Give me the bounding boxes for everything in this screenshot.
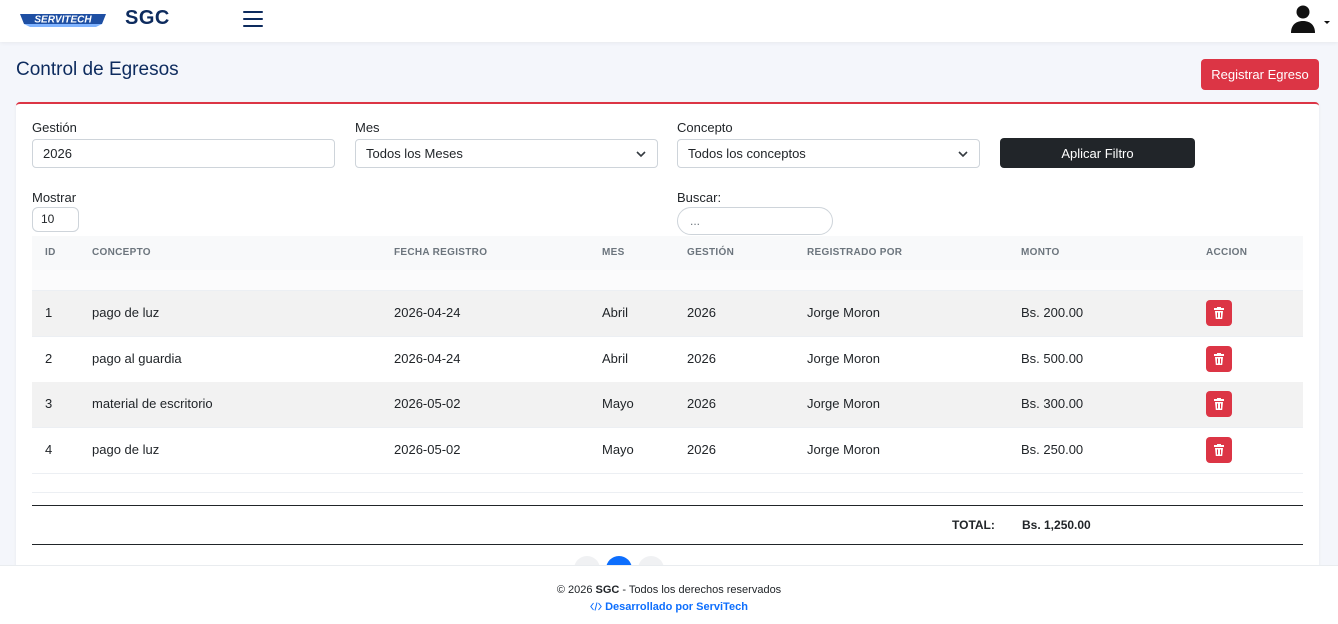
col-id[interactable]: ID (45, 247, 56, 258)
apply-filter-button[interactable]: Aplicar Filtro (1000, 138, 1195, 168)
cell-mes: Mayo (602, 442, 634, 457)
col-gestion[interactable]: GESTIÓN (687, 247, 734, 258)
copyright-text: © 2026 SGC - Todos los derechos reservad… (0, 584, 1338, 596)
mes-select[interactable]: Todos los Meses (355, 139, 658, 168)
servitech-logo: SERVITECH (20, 14, 106, 27)
concepto-label: Concepto (677, 120, 733, 135)
cell-concepto: pago al guardia (92, 351, 182, 366)
concepto-select[interactable]: Todos los conceptos (677, 139, 980, 168)
col-concepto[interactable]: CONCEPTO (92, 247, 151, 258)
chevron-down-icon (636, 151, 646, 158)
cell-mes: Abril (602, 305, 629, 320)
cell-concepto: pago de luz (92, 442, 160, 457)
cell-gestion: 2026 (687, 305, 716, 320)
chevron-down-icon (958, 151, 968, 158)
search-label: Buscar: (677, 190, 722, 205)
cell-gestion: 2026 (687, 351, 716, 366)
search-input[interactable]: ... (677, 207, 833, 235)
cell-concepto: pago de luz (92, 305, 160, 320)
cell-id: 2 (45, 351, 53, 366)
col-fecha-registro[interactable]: FECHA REGISTRO (394, 247, 487, 258)
trash-icon (1214, 307, 1224, 319)
total-row: TOTAL: Bs. 1,250.00 (32, 505, 1303, 545)
copyright-prefix: © 2026 (556, 584, 596, 596)
delete-button[interactable] (1206, 437, 1232, 463)
gestion-input[interactable]: 2026 (32, 139, 335, 168)
table-footer-divider (32, 492, 1303, 493)
svg-text:SERVITECH: SERVITECH (34, 15, 92, 26)
developer-text: Desarrollado por ServiTech (605, 601, 748, 613)
cell-monto: Bs. 500.00 (1021, 351, 1084, 366)
code-icon (590, 602, 602, 611)
cell-concepto: material de escritorio (92, 396, 213, 411)
cell-monto: Bs. 300.00 (1021, 396, 1084, 411)
delete-button[interactable] (1206, 391, 1232, 417)
top-navbar: SERVITECH SGC (0, 0, 1338, 42)
expenses-card: Gestión 2026 Mes Todos los Meses Concept… (16, 102, 1319, 582)
cell-registrado: Jorge Moron (807, 396, 880, 411)
delete-button[interactable] (1206, 346, 1232, 372)
cell-mes: Abril (602, 351, 629, 366)
show-label: Mostrar (32, 190, 77, 205)
cell-gestion: 2026 (687, 396, 716, 411)
cell-monto: Bs. 250.00 (1021, 442, 1084, 457)
cell-gestion: 2026 (687, 442, 716, 457)
register-expense-button[interactable]: Registrar Egreso (1201, 59, 1319, 90)
table-row: 4 pago de luz 2026-05-02 Mayo 2026 Jorge… (32, 428, 1303, 474)
col-registrado-por[interactable]: REGISTRADO POR (807, 247, 902, 258)
cell-id: 1 (45, 305, 53, 320)
cell-mes: Mayo (602, 396, 634, 411)
table-row: 3 material de escritorio 2026-05-02 Mayo… (32, 382, 1303, 428)
table-row: 2 pago al guardia 2026-04-24 Abril 2026 … (32, 337, 1303, 383)
show-entries-input[interactable]: 10 (32, 207, 79, 232)
cell-fecha: 2026-04-24 (394, 305, 461, 320)
footer: © 2026 SGC - Todos los derechos reservad… (0, 565, 1338, 624)
page-title: Control de Egresos (16, 59, 179, 80)
table-row: 1 pago de luz 2026-04-24 Abril 2026 Jorg… (32, 291, 1303, 337)
cell-registrado: Jorge Moron (807, 351, 880, 366)
cell-fecha: 2026-04-24 (394, 351, 461, 366)
cell-id: 4 (45, 442, 53, 457)
user-menu[interactable] (1290, 4, 1332, 34)
col-accion: ACCION (1206, 247, 1248, 258)
total-value: Bs. 1,250.00 (1022, 518, 1091, 532)
cell-fecha: 2026-05-02 (394, 442, 461, 457)
trash-icon (1214, 353, 1224, 365)
hamburger-icon[interactable] (243, 11, 263, 27)
cell-id: 3 (45, 396, 53, 411)
copyright-suffix: - Todos los derechos reservados (619, 584, 782, 596)
trash-icon (1214, 398, 1224, 410)
cell-registrado: Jorge Moron (807, 305, 880, 320)
mes-label: Mes (355, 120, 380, 135)
user-icon (1291, 5, 1330, 33)
caret-down-icon (1324, 21, 1330, 24)
col-monto[interactable]: MONTO (1021, 247, 1060, 258)
copyright-brand: SGC (595, 584, 620, 596)
concepto-selected-value: Todos los conceptos (688, 146, 806, 161)
brand-name[interactable]: SGC (125, 7, 170, 30)
cell-monto: Bs. 200.00 (1021, 305, 1084, 320)
cell-registrado: Jorge Moron (807, 442, 880, 457)
total-label: TOTAL: (952, 518, 995, 532)
gestion-label: Gestión (32, 120, 77, 135)
table-spacer-row (32, 270, 1303, 291)
mes-selected-value: Todos los Meses (366, 146, 463, 161)
table-header: ID CONCEPTO FECHA REGISTRO MES GESTIÓN R… (32, 236, 1303, 270)
delete-button[interactable] (1206, 300, 1232, 326)
trash-icon (1214, 444, 1224, 456)
cell-fecha: 2026-05-02 (394, 396, 461, 411)
developer-link[interactable]: Desarrollado por ServiTech (0, 601, 1338, 613)
col-mes[interactable]: MES (602, 247, 625, 258)
